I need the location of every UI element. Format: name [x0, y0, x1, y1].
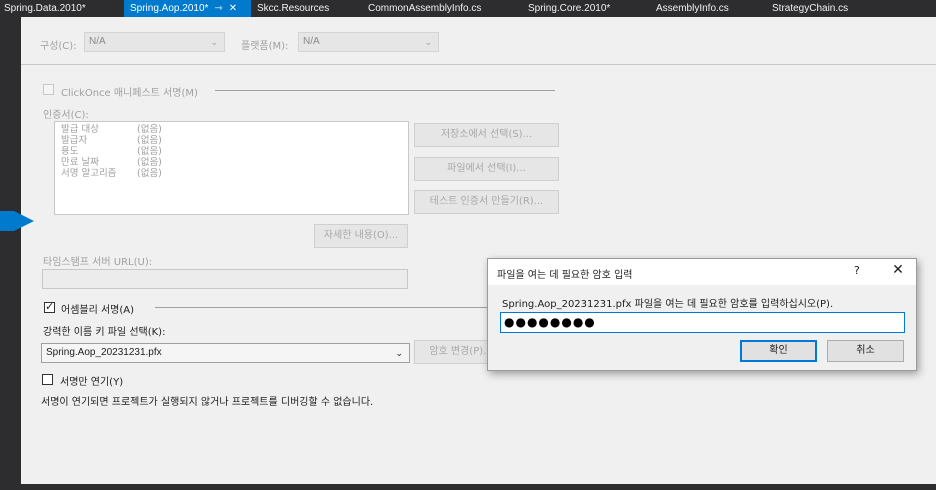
more-details-button[interactable]: 자세한 내용(O)...	[314, 224, 408, 248]
tab-label: CommonAssemblyInfo.cs	[368, 3, 482, 14]
bottom-edge	[0, 484, 936, 490]
select-from-file-button[interactable]: 파일에서 선택(I)...	[414, 157, 559, 181]
signing-page: 구성(C): N/A ⌄ 플랫폼(M): N/A ⌄ ClickOnce 매니페…	[21, 17, 936, 484]
tab-label: Spring.Core.2010*	[528, 3, 611, 14]
delay-sign-label: 서명만 연기(Y)	[60, 377, 124, 388]
close-icon[interactable]: ✕	[229, 0, 237, 17]
timestamp-url-label: 타임스탬프 서버 URL(U):	[43, 257, 153, 268]
close-icon[interactable]: ✕	[888, 262, 908, 278]
delay-sign-note: 서명이 연기되면 프로젝트가 실행되지 않거나 프로젝트를 디버깅할 수 없습니…	[41, 397, 374, 408]
config-combo: N/A ⌄	[84, 32, 225, 52]
dialog-prompt: Spring.Aop_20231231.pfx 파일을 여는 데 필요한 암호를…	[502, 299, 834, 310]
tab-label: StrategyChain.cs	[772, 3, 849, 14]
config-value: N/A	[89, 36, 106, 47]
key-file-label: 강력한 이름 키 파일 선택(K):	[43, 327, 166, 338]
cert-key: 발급자	[61, 135, 88, 146]
cert-row: 발급자 (없음)	[61, 135, 402, 146]
tab-assembly-info[interactable]: AssemblyInfo.cs	[656, 0, 729, 17]
clickonce-group-line	[215, 90, 555, 91]
sign-assembly-label: 어셈블리 서명(A)	[61, 305, 135, 316]
cert-key: 서명 알고리즘	[61, 168, 117, 179]
cert-row: 서명 알고리즘 (없음)	[61, 168, 402, 179]
tab-label: Skcc.Resources	[257, 3, 330, 14]
property-page-rail	[0, 17, 34, 490]
tab-spring-core[interactable]: Spring.Core.2010*	[528, 0, 610, 17]
password-value: ●●●●●●●●	[504, 315, 596, 329]
platform-combo: N/A ⌄	[298, 32, 439, 52]
chevron-down-icon: ⌄	[395, 348, 403, 358]
cert-row: 용도 (없음)	[61, 146, 402, 157]
password-dialog: 파일을 여는 데 필요한 암호 입력 ? ✕ Spring.Aop_202312…	[487, 258, 917, 371]
cert-value: (없음)	[137, 157, 162, 168]
tab-skcc-resources[interactable]: Skcc.Resources	[257, 0, 329, 17]
cert-value: (없음)	[137, 146, 162, 157]
certificate-info-box: 발급 대상 (없음) 발급자 (없음) 용도 (없음) 만료 날짜 (없음) 서명 알고…	[54, 121, 409, 215]
sign-assembly-checkbox[interactable]	[44, 300, 55, 313]
cert-value: (없음)	[137, 124, 162, 135]
create-test-certificate-button[interactable]: 테스트 인증서 만들기(R)...	[414, 190, 559, 214]
password-field[interactable]: ●●●●●●●●	[500, 312, 905, 333]
assembly-group-line	[155, 307, 495, 308]
ok-button[interactable]: 확인	[740, 340, 817, 362]
tab-spring-aop[interactable]: Spring.Aop.2010* ⇾ ✕	[124, 0, 251, 17]
cert-row: 발급 대상 (없음)	[61, 124, 402, 135]
tab-label: AssemblyInfo.cs	[656, 3, 729, 14]
cert-value: (없음)	[137, 168, 162, 179]
key-file-combo[interactable]: Spring.Aop_20231231.pfx ⌄	[41, 343, 410, 363]
clickonce-sign-checkbox[interactable]	[43, 84, 54, 95]
delay-sign-checkbox[interactable]	[42, 374, 53, 385]
platform-value: N/A	[303, 36, 320, 47]
select-from-store-button[interactable]: 저장소에서 선택(S)...	[414, 123, 559, 147]
config-label: 구성(C):	[40, 41, 77, 52]
cert-value: (없음)	[137, 135, 162, 146]
cert-key: 만료 날짜	[61, 157, 99, 168]
cert-key: 용도	[61, 146, 79, 157]
key-file-value: Spring.Aop_20231231.pfx	[46, 347, 162, 358]
document-tab-bar: Spring.Data.2010* Spring.Aop.2010* ⇾ ✕ Skc…	[0, 0, 936, 17]
chevron-down-icon: ⌄	[424, 37, 432, 47]
tab-strategy-chain[interactable]: StrategyChain.cs	[772, 0, 848, 17]
tab-spring-data[interactable]: Spring.Data.2010*	[4, 0, 86, 17]
header-divider	[21, 64, 936, 65]
help-icon[interactable]: ?	[854, 264, 860, 277]
dialog-title: 파일을 여는 데 필요한 암호 입력	[497, 270, 633, 281]
clickonce-sign-label: ClickOnce 매니페스트 서명(M)	[61, 88, 198, 99]
cert-key: 발급 대상	[61, 124, 99, 135]
chevron-down-icon: ⌄	[210, 37, 218, 47]
cancel-button[interactable]: 취소	[827, 340, 904, 362]
cert-row: 만료 날짜 (없음)	[61, 157, 402, 168]
tab-label: Spring.Data.2010*	[4, 3, 86, 14]
certificate-label: 인증서(C):	[43, 110, 89, 121]
tab-common-assembly-info[interactable]: CommonAssemblyInfo.cs	[368, 0, 481, 17]
dialog-titlebar: 파일을 여는 데 필요한 암호 입력 ? ✕	[488, 259, 916, 285]
timestamp-url-field[interactable]	[42, 269, 408, 289]
pin-icon[interactable]: ⇾	[214, 0, 222, 17]
platform-label: 플랫폼(M):	[241, 41, 289, 52]
selected-page-indicator	[0, 211, 14, 231]
tab-label: Spring.Aop.2010*	[130, 3, 209, 14]
